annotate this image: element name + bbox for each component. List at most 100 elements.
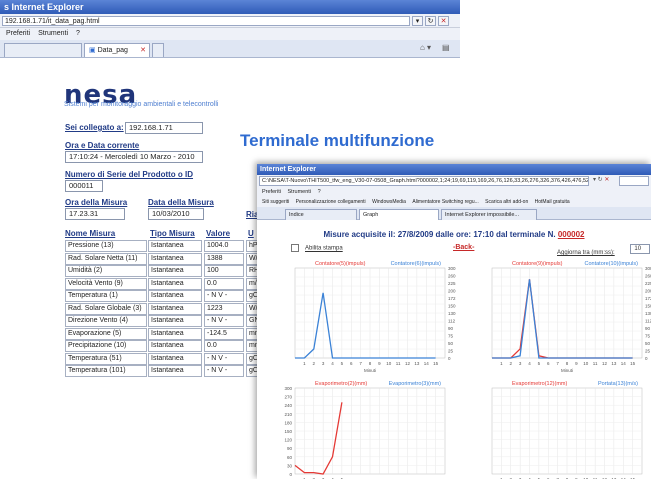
y-tick-label: 90 bbox=[287, 446, 293, 451]
x-tick-label: 2 bbox=[509, 361, 512, 366]
tab-label: Internet Explorer impossibile... bbox=[445, 212, 519, 218]
connected-value: 192.168.1.71 bbox=[125, 122, 203, 134]
y-tick-label: 300 bbox=[645, 266, 651, 271]
cell-value: - N V - bbox=[204, 290, 244, 302]
chart-title: Contatore(9)(impuls) bbox=[512, 261, 563, 267]
x-tick-label: 2 bbox=[312, 361, 315, 366]
y-tick-label: 150 bbox=[645, 304, 651, 309]
menu-item-tools[interactable]: Strumenti bbox=[38, 30, 68, 37]
x-tick-label: 11 bbox=[396, 361, 401, 366]
graph-window-title: Internet Explorer bbox=[260, 166, 317, 173]
y-tick-label: 0 bbox=[645, 356, 648, 361]
x-tick-label: 1 bbox=[303, 361, 306, 366]
graph-menu-help[interactable]: ? bbox=[318, 189, 321, 195]
menu-bar: Preferiti Strumenti ? bbox=[0, 28, 460, 40]
tab-label: Graph bbox=[363, 212, 379, 218]
col-header-value: Valore bbox=[206, 229, 231, 238]
cell-type: Istantanea bbox=[148, 240, 202, 252]
y-tick-label: 0 bbox=[448, 356, 451, 361]
menu-item-help[interactable]: ? bbox=[76, 30, 80, 37]
menu-item-favorites[interactable]: Preferiti bbox=[6, 30, 30, 37]
col-header-type: Tipo Misura bbox=[150, 229, 195, 238]
cell-name: Temperatura (51) bbox=[65, 352, 147, 365]
x-tick-label: 11 bbox=[593, 361, 598, 366]
y-tick-label: 260 bbox=[645, 274, 651, 279]
address-input[interactable]: 192.168.1.71/it_data_pag.html bbox=[2, 16, 410, 26]
y-tick-label: 75 bbox=[645, 334, 651, 339]
print-icon[interactable]: ▤ bbox=[442, 43, 450, 52]
tab-graph[interactable]: Graph bbox=[359, 209, 439, 220]
y-tick-label: 150 bbox=[448, 304, 456, 309]
y-tick-label: 90 bbox=[645, 326, 651, 331]
x-tick-label: 14 bbox=[424, 361, 430, 366]
new-tab-button[interactable] bbox=[152, 43, 164, 57]
graph-address-input[interactable]: C:\NESA\T-Nuovo\THIT500_tfw_eng_V30-07-0… bbox=[259, 176, 589, 186]
cell-name: Precipitazione (10) bbox=[65, 340, 147, 352]
stop-icon[interactable]: ✕ bbox=[438, 16, 449, 26]
page-title: Terminale multifunzione bbox=[240, 131, 435, 150]
y-tick-label: 50 bbox=[645, 341, 651, 346]
measure-date-value: 10/03/2010 bbox=[148, 208, 204, 220]
tab-blank[interactable] bbox=[4, 43, 82, 57]
series-line bbox=[492, 279, 633, 359]
datetime-label: Ora e Data corrente bbox=[65, 141, 140, 150]
serial-value: 000011 bbox=[65, 180, 103, 192]
y-tick-label: 300 bbox=[448, 266, 456, 271]
y-tick-label: 240 bbox=[284, 403, 292, 408]
go-icon[interactable]: ▾ bbox=[412, 16, 423, 26]
cell-name: Direzione Vento (4) bbox=[65, 315, 147, 327]
chart-secondary-title: Contatore(6)(impuls) bbox=[391, 261, 442, 267]
cell-value: -124.5 bbox=[204, 327, 244, 340]
link-suggested[interactable]: Siti suggeriti bbox=[262, 199, 289, 205]
x-axis-label: Minuti bbox=[364, 368, 376, 373]
refresh-label: Aggiorna tra (mm:ss): bbox=[557, 250, 615, 256]
x-tick-label: 15 bbox=[433, 361, 439, 366]
home-icon[interactable]: ⌂ ▾ bbox=[420, 43, 431, 52]
cell-name: Rad. Solare Netta (11) bbox=[65, 252, 147, 265]
link-switching[interactable]: Alimentatore Switching regu... bbox=[412, 199, 478, 205]
x-tick-label: 7 bbox=[556, 361, 559, 366]
connected-label: Sei collegato a: bbox=[65, 123, 124, 132]
series-line bbox=[492, 279, 633, 359]
graph-search-input[interactable] bbox=[619, 176, 649, 186]
back-link[interactable]: -Back- bbox=[453, 244, 474, 251]
cell-value: 1388 bbox=[204, 252, 244, 265]
x-tick-label: 8 bbox=[369, 361, 372, 366]
x-tick-label: 6 bbox=[547, 361, 550, 366]
cell-type: Istantanea bbox=[148, 365, 202, 377]
cell-value: - N V - bbox=[204, 352, 244, 365]
tab-ie-error[interactable]: Internet Explorer impossibile... bbox=[441, 209, 537, 220]
x-tick-label: 12 bbox=[405, 361, 411, 366]
link-windowsmedia[interactable]: WindowsMedia bbox=[372, 199, 406, 205]
terminal-number-link[interactable]: 000002 bbox=[558, 230, 585, 239]
tab-label: Indice bbox=[289, 212, 304, 218]
measure-date-label: Data della Misura bbox=[148, 198, 214, 207]
cell-type: Istantanea bbox=[148, 290, 202, 302]
x-tick-label: 4 bbox=[528, 361, 531, 366]
graph-menu-bar: Preferiti Strumenti ? bbox=[257, 187, 651, 197]
tab-indice[interactable]: Indice bbox=[285, 209, 357, 220]
x-tick-label: 13 bbox=[414, 361, 420, 366]
y-tick-label: 130 bbox=[448, 311, 456, 316]
serial-label: Numero di Serie del Prodotto o ID bbox=[65, 170, 194, 179]
link-custom[interactable]: Personalizzazione collegamenti bbox=[296, 199, 366, 205]
cell-value: 100 bbox=[204, 265, 244, 277]
chart-secondary-title: Portata(13)(m/s) bbox=[598, 381, 638, 387]
link-hotmail[interactable]: HotMail gratuita bbox=[535, 199, 570, 205]
close-tab-icon[interactable]: ✕ bbox=[140, 44, 146, 57]
refresh-icon[interactable]: ↻ bbox=[425, 16, 436, 26]
print-toggle[interactable]: Abilita stampa bbox=[291, 244, 343, 252]
print-checkbox[interactable] bbox=[291, 244, 299, 252]
graph-menu-tools[interactable]: Strumenti bbox=[287, 189, 311, 195]
cell-name: Temperatura (101) bbox=[65, 365, 147, 377]
chart-title: Contatore(5)(impuls) bbox=[315, 261, 366, 267]
graph-nav-icons[interactable]: ▾ ↻ ✕ bbox=[593, 176, 609, 183]
cell-type: Istantanea bbox=[148, 302, 202, 315]
link-addons[interactable]: Scarica altri add-on bbox=[485, 199, 528, 205]
y-tick-label: 172 bbox=[645, 296, 651, 301]
graph-address-bar: C:\NESA\T-Nuovo\THIT500_tfw_eng_V30-07-0… bbox=[257, 175, 651, 187]
tab-data-pag[interactable]: ▣ Data_pag ✕ bbox=[84, 43, 150, 57]
y-tick-label: 0 bbox=[289, 472, 292, 477]
graph-menu-favorites[interactable]: Preferiti bbox=[262, 189, 281, 195]
refresh-interval-input[interactable]: 10 bbox=[630, 244, 651, 254]
